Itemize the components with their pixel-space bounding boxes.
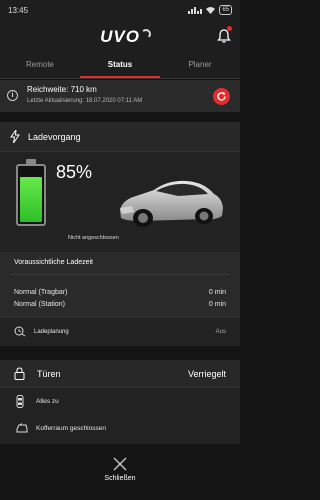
last-update-text: Letzte Aktualisierung: 18.07.2020 07:11 … — [27, 98, 143, 104]
schedule-icon — [14, 326, 26, 337]
system-status-bar: 13:45 65 — [0, 0, 240, 20]
charge-time-row: Normal (Tragbar) 0 min — [14, 289, 226, 296]
doors-card-header: Türen Verriegelt — [0, 360, 240, 388]
logo-swoosh — [141, 29, 151, 39]
charging-title: Ladevorgang — [28, 131, 81, 142]
signal-icon — [188, 7, 203, 14]
battery-indicator: 65 — [219, 5, 232, 15]
doors-lock-status: Verriegelt — [187, 368, 226, 379]
car-image — [120, 180, 223, 227]
doors-card: Türen Verriegelt Alles zu Kofferraum ges… — [0, 360, 240, 444]
plug-status: Nicht angeschlossen — [68, 235, 119, 241]
notification-badge — [227, 26, 232, 31]
car-doors-icon — [16, 395, 24, 408]
doors-status-label: Alles zu — [36, 398, 59, 405]
charge-mode-value: 0 min — [208, 301, 226, 308]
charge-percent: 85% — [56, 162, 93, 182]
clock: 13:45 — [8, 5, 29, 15]
charging-planning-row[interactable]: Ladeplanung Aus — [0, 317, 240, 345]
divider — [10, 274, 230, 275]
battery-fill — [20, 176, 42, 222]
close-button-label[interactable]: Schließen — [0, 475, 240, 482]
charge-time-row: Normal (Station) 0 min — [14, 301, 226, 308]
tab-bar: Remote Status Planer — [0, 54, 240, 79]
charging-card-header: Ladevorgang — [0, 122, 240, 152]
tab-status[interactable]: Status — [80, 54, 160, 78]
status-icons: 65 — [188, 5, 232, 15]
info-icon: i — [7, 90, 18, 101]
charging-planning-value: Aus — [215, 328, 226, 335]
close-icon[interactable] — [112, 456, 128, 472]
doors-title: Türen — [37, 368, 61, 379]
charge-time-header: Voraussichtliche Ladezeit — [14, 259, 93, 266]
charging-planning-label: Ladeplanung — [34, 328, 69, 335]
battery-gauge — [16, 164, 46, 226]
trunk-status-label: Kofferraum geschlossen — [36, 425, 106, 432]
bottom-bar: Schließen — [0, 444, 240, 500]
trunk-icon — [16, 423, 28, 433]
uvo-logo: UVO — [100, 27, 140, 46]
trunk-status-row: Kofferraum geschlossen — [0, 415, 240, 442]
range-text: Reichweite: 710 km — [27, 85, 97, 94]
refresh-icon — [217, 92, 226, 101]
range-info-bar: i Reichweite: 710 km Letzte Aktualisieru… — [0, 80, 240, 112]
charging-card: Ladevorgang 85% Nicht angeschlossen Vora… — [0, 122, 240, 346]
charge-mode-label: Normal (Station) — [14, 301, 65, 308]
lock-icon — [14, 367, 25, 380]
doors-status-row: Alles zu — [0, 388, 240, 415]
lightning-icon — [10, 130, 20, 143]
charge-mode-label: Normal (Tragbar) — [14, 289, 68, 296]
charge-mode-value: 0 min — [208, 289, 226, 296]
refresh-button[interactable] — [213, 88, 230, 105]
wifi-icon — [206, 7, 216, 14]
tab-remote[interactable]: Remote — [0, 54, 80, 78]
app-header: UVO — [0, 20, 240, 54]
tab-planer[interactable]: Planer — [160, 54, 240, 78]
